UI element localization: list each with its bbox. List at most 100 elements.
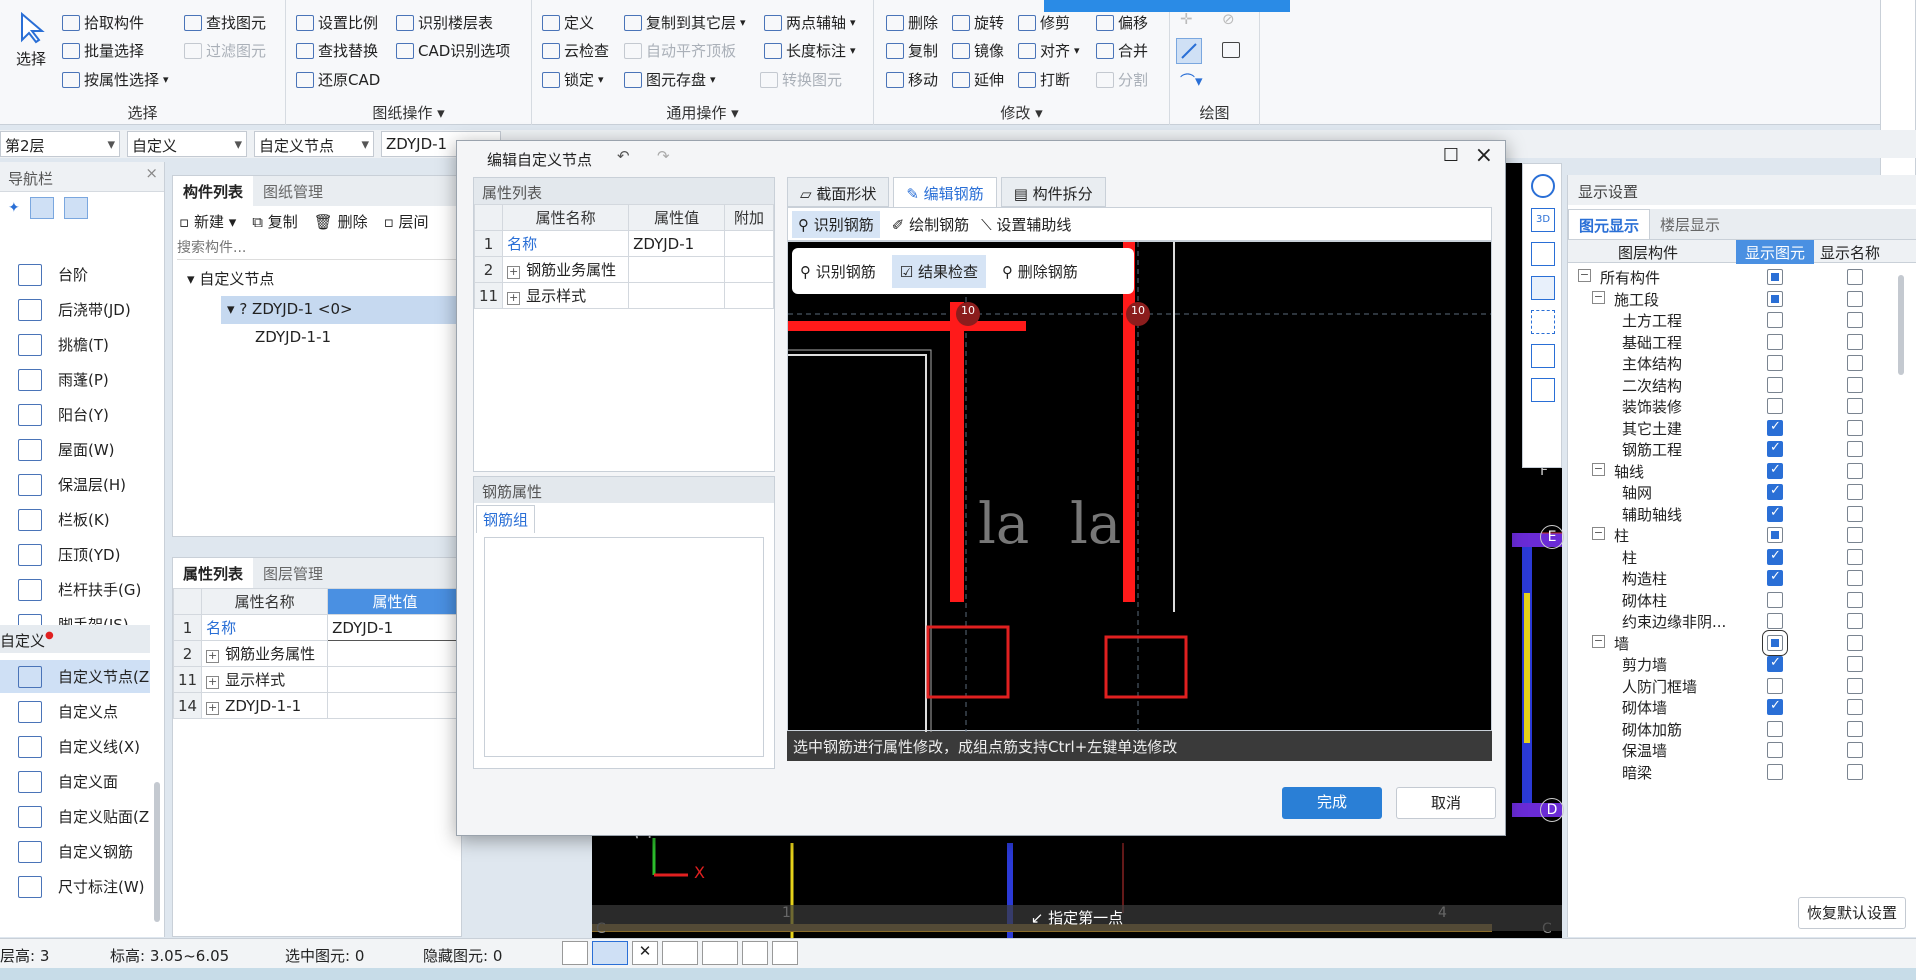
- show-name-checkbox[interactable]: [1847, 742, 1863, 758]
- offset-snap-icon[interactable]: [702, 941, 738, 965]
- dialog-property-row[interactable]: 2 + 钢筋业务属性: [473, 256, 774, 283]
- expand-icon[interactable]: +: [206, 676, 220, 689]
- show-name-checkbox[interactable]: [1847, 269, 1863, 285]
- nav-subitem[interactable]: 自定义点: [0, 695, 150, 728]
- expand-icon[interactable]: +: [507, 266, 521, 279]
- identify-rebar-tool[interactable]: ⚲ 识别钢筋: [792, 210, 880, 238]
- dialog-property-value[interactable]: ZDYJD-1: [628, 230, 726, 257]
- merge-button[interactable]: 合并: [1096, 40, 1148, 61]
- collapse-icon[interactable]: −: [1592, 462, 1605, 476]
- draw-rebar-tool[interactable]: ✐ 绘制钢筋: [892, 214, 969, 235]
- length-dimension-button[interactable]: 长度标注 ▾: [764, 40, 856, 61]
- show-name-checkbox[interactable]: [1847, 462, 1863, 479]
- popup-delete-rebar[interactable]: ⚲ 删除钢筋: [1002, 261, 1078, 282]
- show-name-checkbox[interactable]: [1847, 634, 1863, 651]
- show-name-checkbox[interactable]: [1847, 441, 1863, 457]
- close-icon[interactable]: ×: [1475, 143, 1493, 168]
- nav-subitem[interactable]: 自定义贴面(Z: [0, 800, 150, 833]
- snap-rect-icon[interactable]: [592, 941, 628, 965]
- dialog-property-extra[interactable]: [724, 282, 774, 309]
- nav-subitem[interactable]: 自定义线(X): [0, 730, 150, 763]
- nav-category-custom[interactable]: 自定义●: [0, 625, 150, 653]
- type-select[interactable]: 自定义: [127, 131, 247, 157]
- show-name-checkbox[interactable]: [1847, 398, 1863, 414]
- line-draw-button[interactable]: [1176, 38, 1202, 64]
- subtype-select[interactable]: 自定义节点: [254, 131, 374, 157]
- nav-item[interactable]: 压顶(YD): [0, 538, 150, 571]
- tree-node-selected[interactable]: ▾ ? ZDYJD-1 <0>: [221, 296, 461, 324]
- dialog-property-row[interactable]: 1 名称 ZDYJD-1: [473, 230, 774, 257]
- tab-drawing-manager[interactable]: 图纸管理: [253, 176, 333, 206]
- nav-item[interactable]: 保温层(H): [0, 468, 150, 501]
- show-element-checkbox[interactable]: [1767, 355, 1783, 371]
- angle-draw-button[interactable]: ⊘: [1222, 10, 1235, 28]
- show-element-checkbox[interactable]: [1767, 548, 1783, 565]
- display-scrollbar[interactable]: [1898, 275, 1904, 375]
- tree-node-child[interactable]: ZDYJD-1-1: [255, 328, 331, 346]
- ribbon-group-title[interactable]: 通用操作 ▾: [532, 102, 873, 123]
- pin-icon[interactable]: ✦: [8, 200, 20, 216]
- nav-subitem[interactable]: 尺寸标注(W): [0, 870, 150, 903]
- show-element-checkbox[interactable]: [1767, 720, 1783, 737]
- show-element-checkbox[interactable]: [1767, 698, 1783, 715]
- nav-item[interactable]: 屋面(W): [0, 433, 150, 466]
- convert-element-button[interactable]: 转换图元: [760, 69, 842, 90]
- break-button[interactable]: 打断: [1018, 69, 1070, 90]
- angle-snap-icon[interactable]: [662, 941, 698, 965]
- display-snap-icon[interactable]: [742, 941, 768, 965]
- delete-button[interactable]: 删除: [886, 12, 938, 33]
- show-name-checkbox[interactable]: [1847, 333, 1863, 350]
- expand-icon[interactable]: +: [507, 292, 521, 305]
- dialog-property-extra[interactable]: [724, 230, 774, 257]
- list-view-icon[interactable]: [29, 197, 54, 219]
- arc-snap-icon[interactable]: [772, 941, 798, 965]
- show-name-checkbox[interactable]: [1847, 613, 1863, 629]
- delete-component-button[interactable]: 🗑 删除: [314, 211, 368, 232]
- identify-floor-table-button[interactable]: 识别楼层表: [396, 12, 493, 33]
- nav-subitem[interactable]: 自定义面: [0, 765, 150, 798]
- show-element-checkbox[interactable]: [1767, 462, 1783, 479]
- property-row[interactable]: 2 + 钢筋业务属性: [172, 640, 463, 667]
- ortho-icon[interactable]: [562, 941, 588, 965]
- collapse-icon[interactable]: −: [1592, 527, 1605, 540]
- auto-align-slab-button[interactable]: 自动平齐顶板: [624, 40, 736, 61]
- show-element-checkbox[interactable]: [1767, 312, 1783, 328]
- show-name-checkbox[interactable]: [1847, 312, 1863, 328]
- show-name-checkbox[interactable]: [1847, 290, 1863, 307]
- tab-section-shape[interactable]: ▱ 截面形状: [787, 177, 890, 207]
- property-row[interactable]: 11 + 显示样式: [172, 666, 463, 693]
- nav-subitem[interactable]: 自定义钢筋: [0, 835, 150, 868]
- select-by-attribute-button[interactable]: 按属性选择 ▾: [62, 69, 169, 90]
- component-search-input[interactable]: [177, 236, 457, 260]
- arc-draw-button[interactable]: ⌒▾: [1180, 70, 1203, 91]
- show-name-checkbox[interactable]: [1847, 484, 1863, 500]
- select-tool-button[interactable]: 选择: [6, 10, 56, 80]
- show-name-checkbox[interactable]: [1847, 355, 1863, 371]
- nav-item[interactable]: 雨蓬(P): [0, 363, 150, 396]
- show-name-checkbox[interactable]: [1847, 505, 1863, 522]
- display-toggle-icon[interactable]: [1531, 378, 1555, 402]
- nav-subitem[interactable]: 自定义节点(Z: [0, 660, 150, 693]
- rebar-canvas[interactable]: 10 10 la la ⚲ 识别钢筋 ☑ 结果检查 ⚲ 删除钢筋: [787, 241, 1492, 732]
- nav-item[interactable]: 阳台(Y): [0, 398, 150, 431]
- show-element-checkbox[interactable]: [1767, 483, 1783, 500]
- cube-solid-icon[interactable]: [1531, 276, 1555, 300]
- tab-split-component[interactable]: ▤ 构件拆分: [1000, 177, 1106, 207]
- split-button[interactable]: 分割: [1096, 69, 1148, 90]
- dialog-property-value[interactable]: [628, 282, 726, 309]
- property-row[interactable]: 14 + ZDYJD-1-1: [172, 692, 463, 719]
- cancel-button[interactable]: 取消: [1396, 787, 1496, 819]
- orbit-icon[interactable]: [1531, 174, 1555, 198]
- interlayer-button[interactable]: ▫ 层间: [384, 211, 429, 232]
- cross-snap-icon[interactable]: ✕: [632, 941, 658, 965]
- show-name-checkbox[interactable]: [1847, 656, 1863, 672]
- show-element-checkbox[interactable]: [1767, 527, 1783, 543]
- set-scale-button[interactable]: 设置比例: [296, 12, 378, 33]
- show-name-checkbox[interactable]: [1847, 527, 1863, 543]
- align-button[interactable]: 对齐 ▾: [1018, 40, 1080, 61]
- nav-scrollbar[interactable]: [154, 782, 160, 922]
- rect-draw-button[interactable]: [1222, 42, 1240, 58]
- new-component-button[interactable]: ▫ 新建 ▾: [179, 211, 236, 232]
- nav-item[interactable]: 台阶: [0, 258, 150, 291]
- point-draw-button[interactable]: ✛: [1180, 10, 1193, 28]
